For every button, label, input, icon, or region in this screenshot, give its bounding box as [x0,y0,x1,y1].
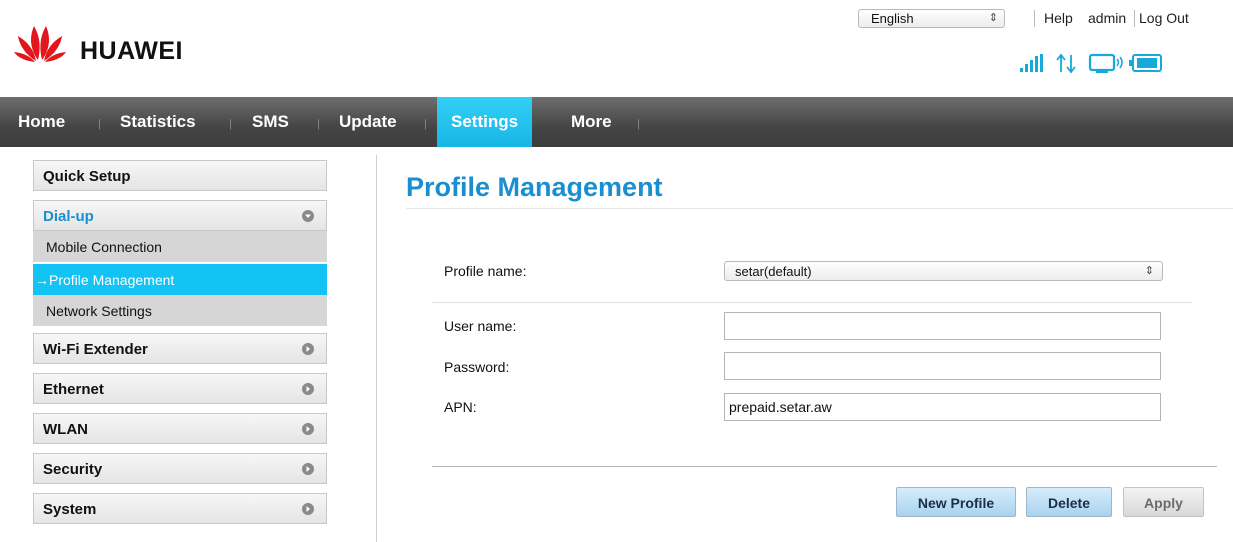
language-select[interactable]: English ⇕ [858,9,1005,28]
user-name-label: User name: [444,318,517,334]
profile-name-select[interactable]: setar(default) ⇕ [724,261,1163,281]
chevron-right-icon [302,503,314,515]
sidebar-subitem-label: Mobile Connection [46,239,162,255]
chevron-right-icon [302,383,314,395]
sidebar-subitem-network-settings[interactable]: Network Settings [33,295,327,326]
nav-settings[interactable]: Settings [437,97,533,147]
huawei-flower-icon [14,26,66,62]
new-profile-button[interactable]: New Profile [896,487,1016,517]
nav-update[interactable]: Update [339,97,397,147]
admin-link[interactable]: admin [1088,10,1126,26]
title-divider [406,208,1233,209]
connected-device-icon [1088,53,1123,73]
sidebar-item-wifi-extender[interactable]: Wi-Fi Extender [33,333,327,364]
chevron-down-icon [302,210,314,222]
sidebar-subitem-label: Network Settings [46,303,152,319]
password-input[interactable] [724,352,1161,380]
logout-link[interactable]: Log Out [1139,10,1189,26]
sidebar-subitem-mobile-connection[interactable]: Mobile Connection [33,231,327,262]
language-value: English [871,11,914,26]
profile-name-label: Profile name: [444,263,527,279]
battery-icon [1129,54,1162,72]
link-divider [1034,10,1035,27]
chevron-right-icon [302,423,314,435]
sidebar-item-label: Dial-up [43,208,94,225]
status-icons [1020,53,1162,74]
link-divider [1134,10,1135,27]
form-divider [432,302,1192,303]
header: HUAWEI English ⇕ Help admin Log Out [0,0,1233,97]
sidebar-item-dialup[interactable]: Dial-up [33,200,327,231]
signal-strength-icon [1020,54,1043,72]
sidebar-item-system[interactable]: System [33,493,327,524]
delete-button[interactable]: Delete [1026,487,1112,517]
sidebar-item-wlan[interactable]: WLAN [33,413,327,444]
sidebar-item-quick-setup[interactable]: Quick Setup [33,160,327,191]
sidebar-item-label: Quick Setup [43,168,131,185]
nav-divider: | [229,118,232,130]
content-divider [376,155,377,542]
apn-input[interactable] [724,393,1161,421]
apn-label: APN: [444,399,477,415]
data-transfer-arrows-icon [1056,53,1076,74]
nav-sms[interactable]: SMS [252,97,289,147]
profile-name-value: setar(default) [735,264,812,279]
select-arrows-icon: ⇕ [988,12,998,24]
nav-statistics[interactable]: Statistics [120,97,196,147]
nav-divider: | [98,118,101,130]
nav-more[interactable]: More [571,97,612,147]
sidebar-subitem-profile-management[interactable]: →Profile Management [33,264,327,295]
form-footer-divider [432,466,1217,467]
user-name-input[interactable] [724,312,1161,340]
password-label: Password: [444,359,510,375]
chevron-right-icon [302,463,314,475]
sidebar-item-ethernet[interactable]: Ethernet [33,373,327,404]
sidebar-item-label: Wi-Fi Extender [43,341,148,358]
help-link[interactable]: Help [1044,10,1073,26]
nav-home[interactable]: Home [18,97,65,147]
nav-divider: | [317,118,320,130]
nav-divider: | [424,118,427,130]
chevron-right-icon [302,343,314,355]
page-title: Profile Management [406,172,663,202]
huawei-logo[interactable]: HUAWEI [14,18,258,78]
sidebar-item-label: WLAN [43,421,88,438]
sidebar-item-label: Security [43,461,103,478]
sidebar-item-security[interactable]: Security [33,453,327,484]
sidebar-subitem-label: →Profile Management [35,272,175,288]
sidebar-item-label: System [43,501,97,518]
sidebar-item-label: Ethernet [43,381,104,398]
nav-divider: | [637,118,640,130]
apply-button[interactable]: Apply [1123,487,1204,517]
main-navbar: Home | Statistics | SMS | Update | Setti… [0,97,1233,147]
brand-name: HUAWEI [80,37,183,65]
select-arrows-icon: ⇕ [1144,265,1154,277]
